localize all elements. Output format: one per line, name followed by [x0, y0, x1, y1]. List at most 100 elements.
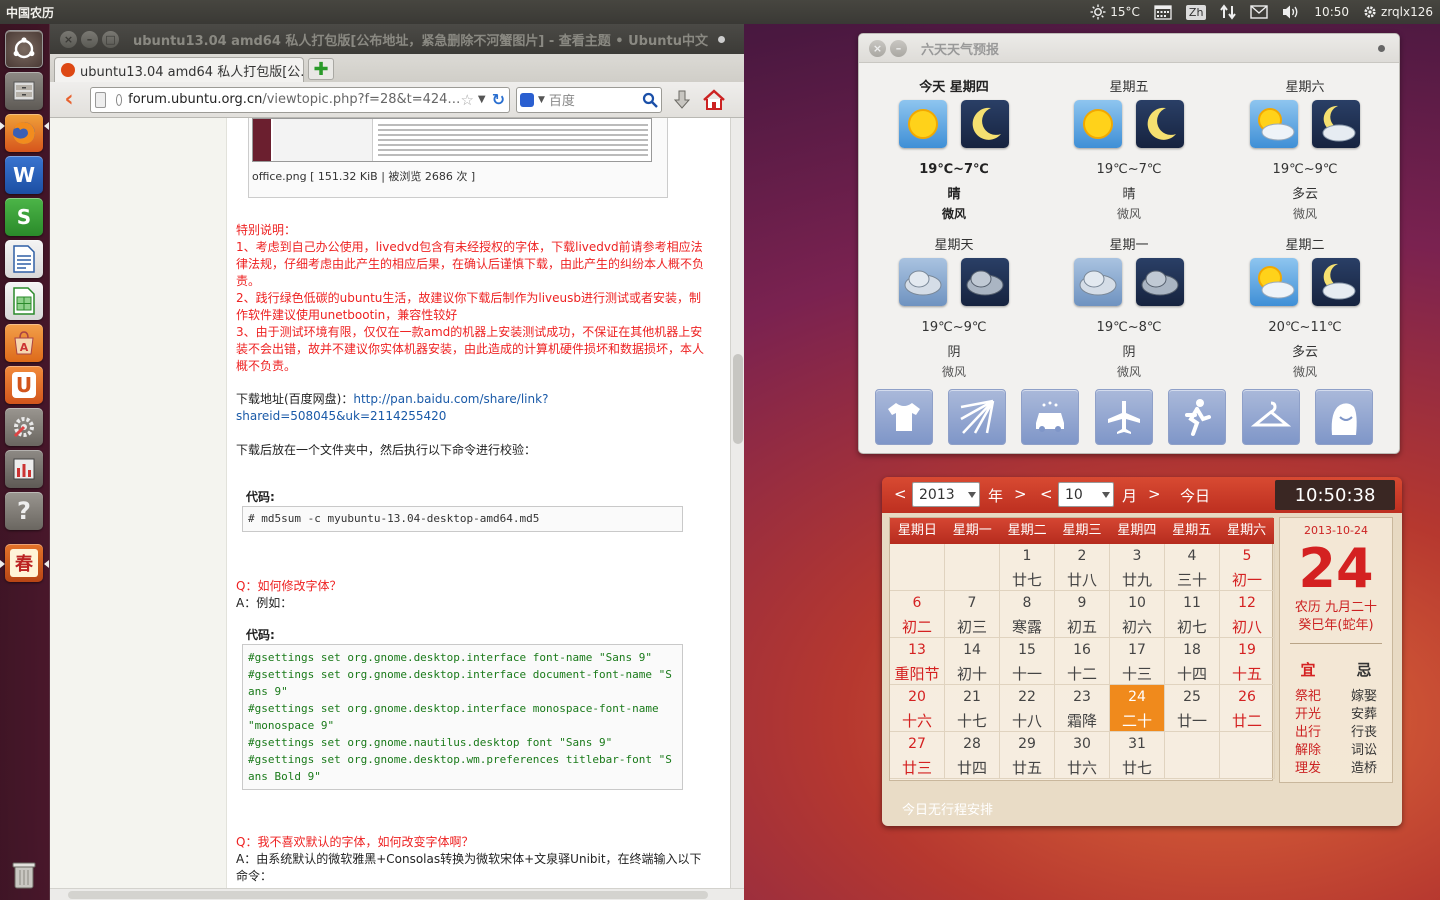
- bookmark-star-icon[interactable]: ☆: [460, 91, 473, 109]
- window-titlebar[interactable]: × – □ ubuntu13.04 amd64 私人打包版[公布地址，紧急删除不…: [50, 24, 744, 54]
- session-indicator[interactable]: zrqlx126: [1356, 0, 1440, 24]
- calendar-day-cell[interactable]: 10 初六: [1110, 591, 1165, 638]
- calendar-day-cell[interactable]: 2 廿八: [1055, 544, 1110, 591]
- window-maximize-button[interactable]: □: [102, 30, 119, 48]
- input-method-indicator[interactable]: Zh: [1179, 0, 1214, 24]
- month-select[interactable]: 10: [1058, 482, 1114, 507]
- calendar-day-cell[interactable]: 24 二十: [1110, 685, 1165, 732]
- calendar-day-cell[interactable]: 25 廿一: [1165, 685, 1220, 732]
- calendar-day-cell[interactable]: 17 十三: [1110, 638, 1165, 685]
- search-engine-dropdown-icon[interactable]: ▼: [538, 95, 545, 105]
- reload-icon[interactable]: ↻: [492, 90, 505, 109]
- calendar-day-cell[interactable]: 15 十一: [1000, 638, 1055, 685]
- browser-tab[interactable]: ubuntu13.04 amd64 私人打包版[公...: [54, 57, 304, 82]
- travel-index-button[interactable]: [1095, 389, 1153, 445]
- search-input[interactable]: 百度: [549, 90, 575, 109]
- code-block-md5[interactable]: # md5sum -c myubuntu-13.04-desktop-amd64…: [242, 506, 683, 532]
- weather-minimize-button[interactable]: –: [890, 39, 907, 57]
- window-minimize-button[interactable]: –: [81, 30, 98, 48]
- weather-menu-dot[interactable]: [1378, 44, 1385, 52]
- calendar-day-cell[interactable]: 22 十八: [1000, 685, 1055, 732]
- calendar-day-cell[interactable]: 19 十五: [1220, 638, 1275, 685]
- sunny-icon: [1074, 100, 1122, 148]
- calendar-day-cell[interactable]: 13 重阳节: [890, 638, 945, 685]
- calendar-indicator[interactable]: [1147, 0, 1179, 24]
- window-close-button[interactable]: ×: [60, 30, 77, 48]
- dash-home-button[interactable]: [5, 30, 43, 68]
- calendar-day-cell[interactable]: 23 霜降: [1055, 685, 1110, 732]
- back-button[interactable]: ‹: [54, 87, 84, 113]
- calendar-day-cell[interactable]: 5 初一: [1220, 544, 1275, 591]
- sound-indicator[interactable]: [1275, 0, 1307, 24]
- navigation-toolbar: ‹ forum.ubuntu.org.cn/viewtopic.php?f=28…: [50, 82, 744, 118]
- vertical-scrollbar-thumb[interactable]: [733, 354, 743, 444]
- prev-year-button[interactable]: <: [894, 485, 907, 503]
- calendar-day-cell[interactable]: 28 廿四: [945, 732, 1000, 779]
- calendar-day-cell[interactable]: 20 十六: [890, 685, 945, 732]
- libreoffice-calc-launcher-button[interactable]: [5, 282, 43, 320]
- network-indicator[interactable]: [1213, 0, 1243, 24]
- clock-indicator[interactable]: 10:50: [1307, 0, 1356, 24]
- next-month-button[interactable]: >: [1148, 485, 1161, 503]
- home-button[interactable]: [702, 88, 726, 111]
- day-number: 24: [1128, 689, 1146, 705]
- code-block-gsettings[interactable]: #gsettings set org.gnome.desktop.interfa…: [242, 644, 683, 790]
- magnifier-icon[interactable]: [642, 92, 658, 108]
- horizontal-scrollbar-thumb[interactable]: [68, 891, 708, 899]
- trash-launcher-button[interactable]: [5, 856, 43, 894]
- today-button[interactable]: 今日: [1180, 485, 1210, 506]
- calendar-day-cell[interactable]: 11 初七: [1165, 591, 1220, 638]
- ubuntu-one-launcher-button[interactable]: U: [5, 366, 43, 404]
- calendar-day-cell[interactable]: 8 寒露: [1000, 591, 1055, 638]
- calendar-day-cell[interactable]: 12 初八: [1220, 591, 1275, 638]
- clothing-index-button[interactable]: [875, 389, 933, 445]
- history-dropdown-icon[interactable]: ▼: [478, 94, 486, 105]
- libreoffice-writer-launcher-button[interactable]: [5, 240, 43, 278]
- car-wash-index-button[interactable]: [1021, 389, 1079, 445]
- uv-index-button[interactable]: [948, 389, 1006, 445]
- calendar-day-cell[interactable]: 1 廿七: [1000, 544, 1055, 591]
- wps-spreadsheets-launcher-button[interactable]: S: [5, 198, 43, 236]
- weather-close-button[interactable]: ×: [869, 39, 886, 57]
- calendar-day-cell[interactable]: 3 廿九: [1110, 544, 1165, 591]
- system-settings-launcher-button[interactable]: [5, 408, 43, 446]
- software-center-launcher-button[interactable]: A: [5, 324, 43, 362]
- drying-index-button[interactable]: [1242, 389, 1300, 445]
- calendar-day-cell[interactable]: 27 廿三: [890, 732, 945, 779]
- vertical-scrollbar[interactable]: [730, 118, 744, 888]
- prev-month-button[interactable]: <: [1040, 485, 1053, 503]
- calendar-day-cell[interactable]: 21 十七: [945, 685, 1000, 732]
- calendar-day-cell[interactable]: 7 初三: [945, 591, 1000, 638]
- calendar-day-cell[interactable]: 16 十二: [1055, 638, 1110, 685]
- sport-index-button[interactable]: [1168, 389, 1226, 445]
- wps-writer-launcher-button[interactable]: W: [5, 156, 43, 194]
- calendar-day-cell[interactable]: 9 初五: [1055, 591, 1110, 638]
- files-launcher-button[interactable]: [5, 72, 43, 110]
- search-bar[interactable]: ▼ 百度: [516, 86, 662, 113]
- comfort-index-button[interactable]: [1315, 389, 1373, 445]
- firefox-launcher-button[interactable]: [5, 114, 43, 152]
- attached-screenshot[interactable]: [252, 118, 652, 162]
- system-monitor-launcher-button[interactable]: [5, 450, 43, 488]
- calendar-day-cell[interactable]: 18 十四: [1165, 638, 1220, 685]
- url-bar[interactable]: forum.ubuntu.org.cn/viewtopic.php?f=28&t…: [90, 86, 510, 113]
- window-menu-dot[interactable]: [718, 35, 725, 43]
- calendar-day-cell[interactable]: 6 初二: [890, 591, 945, 638]
- weather-indicator[interactable]: 15°C: [1083, 0, 1147, 24]
- calendar-day-cell[interactable]: 29 廿五: [1000, 732, 1055, 779]
- calendar-day-cell[interactable]: 26 廿二: [1220, 685, 1275, 732]
- new-tab-button[interactable]: ✚: [308, 58, 334, 80]
- messaging-indicator[interactable]: [1243, 0, 1275, 24]
- calendar-day-cell[interactable]: 31 廿七: [1110, 732, 1165, 779]
- next-year-button[interactable]: >: [1014, 485, 1027, 503]
- horizontal-scrollbar[interactable]: [50, 888, 744, 900]
- calendar-day-cell[interactable]: 30 廿六: [1055, 732, 1110, 779]
- calendar-day-cell[interactable]: 14 初十: [945, 638, 1000, 685]
- year-select[interactable]: 2013: [912, 482, 980, 507]
- calendar-day-cell[interactable]: 4 三十: [1165, 544, 1220, 591]
- weather-titlebar[interactable]: × – 六天天气预报: [859, 34, 1399, 63]
- chinese-calendar-launcher-button[interactable]: 春: [5, 544, 43, 582]
- help-launcher-button[interactable]: ?: [5, 492, 43, 530]
- downloads-button[interactable]: [672, 89, 692, 111]
- attached-image-box: office.png [ 151.32 KiB | 被浏览 2686 次 ]: [248, 118, 668, 198]
